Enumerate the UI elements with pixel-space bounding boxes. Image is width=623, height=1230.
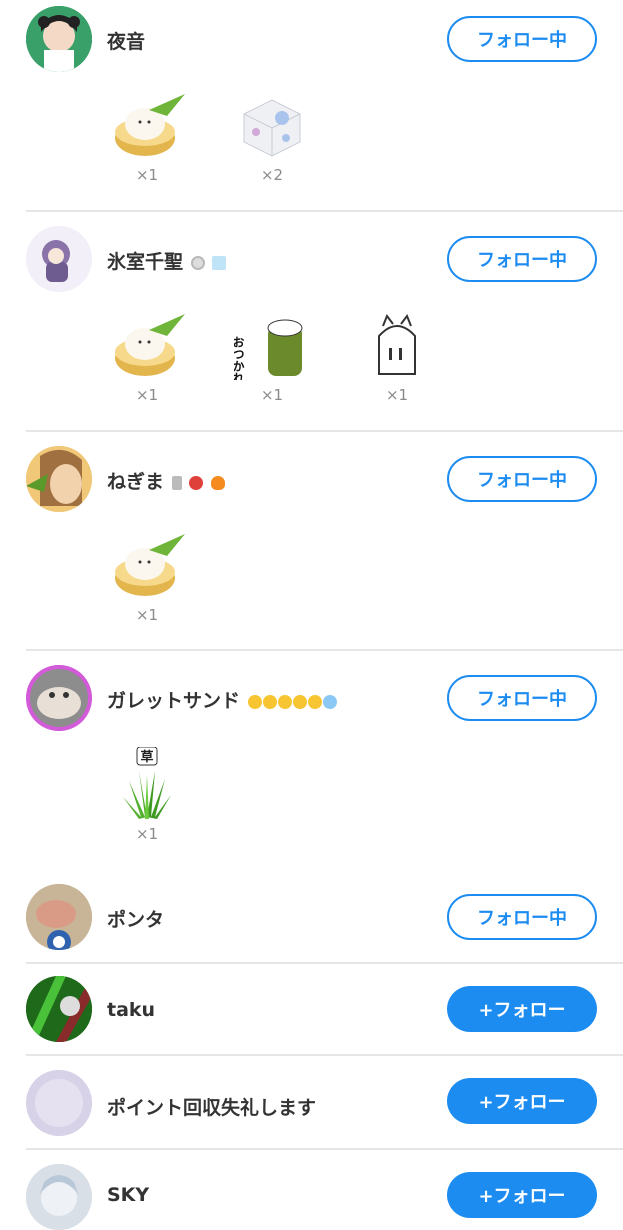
ice-icon xyxy=(212,255,227,270)
follow-button[interactable]: +フォロー xyxy=(447,986,597,1032)
user-name: 氷室千聖 xyxy=(107,247,227,274)
kiss-face-icon xyxy=(292,694,307,709)
grass-icon: 草 xyxy=(123,747,171,819)
bird-icon xyxy=(189,475,204,490)
user-name: ポンタ xyxy=(107,909,165,931)
divider xyxy=(26,430,623,432)
following-button[interactable]: フォロー中 xyxy=(447,675,597,721)
gift-item: ×1 xyxy=(107,92,187,184)
grass-label: 草 xyxy=(140,749,153,765)
gift-count: ×2 xyxy=(260,166,284,184)
user-name-text: ねぎま xyxy=(107,471,165,493)
user-name: taku xyxy=(107,999,156,1021)
user-name: SKY xyxy=(107,1184,150,1206)
divider xyxy=(26,1148,623,1150)
kiss-face-icon xyxy=(307,694,322,709)
user-name: 夜音 xyxy=(107,31,146,53)
following-button[interactable]: フォロー中 xyxy=(447,456,597,502)
gift-count: ×1 xyxy=(385,386,409,404)
ring-icon xyxy=(190,255,205,270)
kiss-face-icon xyxy=(262,694,277,709)
otsukaresama-icon: おつかれさま xyxy=(234,319,303,380)
cat-ghost-icon xyxy=(378,313,416,375)
user-name: ガレットサンド xyxy=(107,686,337,713)
avatar[interactable] xyxy=(26,1164,92,1230)
kiss-face-icon xyxy=(247,694,262,709)
gift-item: おつかれさま ×1 xyxy=(232,312,312,404)
otsukare-text: おつかれさま xyxy=(234,336,245,380)
avatar[interactable] xyxy=(26,446,92,512)
gift-item: ×1 xyxy=(357,312,437,404)
gift-item: ×1 xyxy=(107,312,187,404)
avatar[interactable] xyxy=(26,226,92,292)
avatar[interactable] xyxy=(26,1070,92,1136)
gift-count: ×1 xyxy=(135,166,159,184)
divider xyxy=(26,1054,623,1056)
fork-knife-icon xyxy=(171,475,182,490)
avatar[interactable] xyxy=(26,6,92,72)
gift-count: ×1 xyxy=(135,386,159,404)
gift-count: ×1 xyxy=(260,386,284,404)
dumpling-icon xyxy=(115,534,185,596)
blue-heart-icon xyxy=(322,694,337,709)
gift-item: 草 ×1 xyxy=(107,747,187,843)
user-name-text: ガレットサンド xyxy=(107,690,241,712)
dumpling-icon xyxy=(115,314,185,376)
following-button[interactable]: フォロー中 xyxy=(447,16,597,62)
gift-item: ×2 xyxy=(232,92,312,184)
gift-count: ×1 xyxy=(135,825,159,843)
avatar[interactable] xyxy=(26,884,92,950)
avatar[interactable] xyxy=(26,665,92,731)
dumpling-icon xyxy=(115,94,185,156)
divider xyxy=(26,962,623,964)
avatar[interactable] xyxy=(26,976,92,1042)
gift-item: ×1 xyxy=(107,532,187,624)
dice-icon xyxy=(243,99,301,157)
user-name: ポイント回収失礼します xyxy=(107,1097,317,1119)
follow-button[interactable]: +フォロー xyxy=(447,1172,597,1218)
following-button[interactable]: フォロー中 xyxy=(447,236,597,282)
divider xyxy=(26,649,623,651)
user-name: ねぎま xyxy=(107,467,225,494)
user-name-text: 氷室千聖 xyxy=(107,251,184,273)
follow-button[interactable]: +フォロー xyxy=(447,1078,597,1124)
fire-icon xyxy=(210,475,225,490)
divider xyxy=(26,210,623,212)
following-button[interactable]: フォロー中 xyxy=(447,894,597,940)
gift-count: ×1 xyxy=(135,606,159,624)
kiss-face-icon xyxy=(277,694,292,709)
